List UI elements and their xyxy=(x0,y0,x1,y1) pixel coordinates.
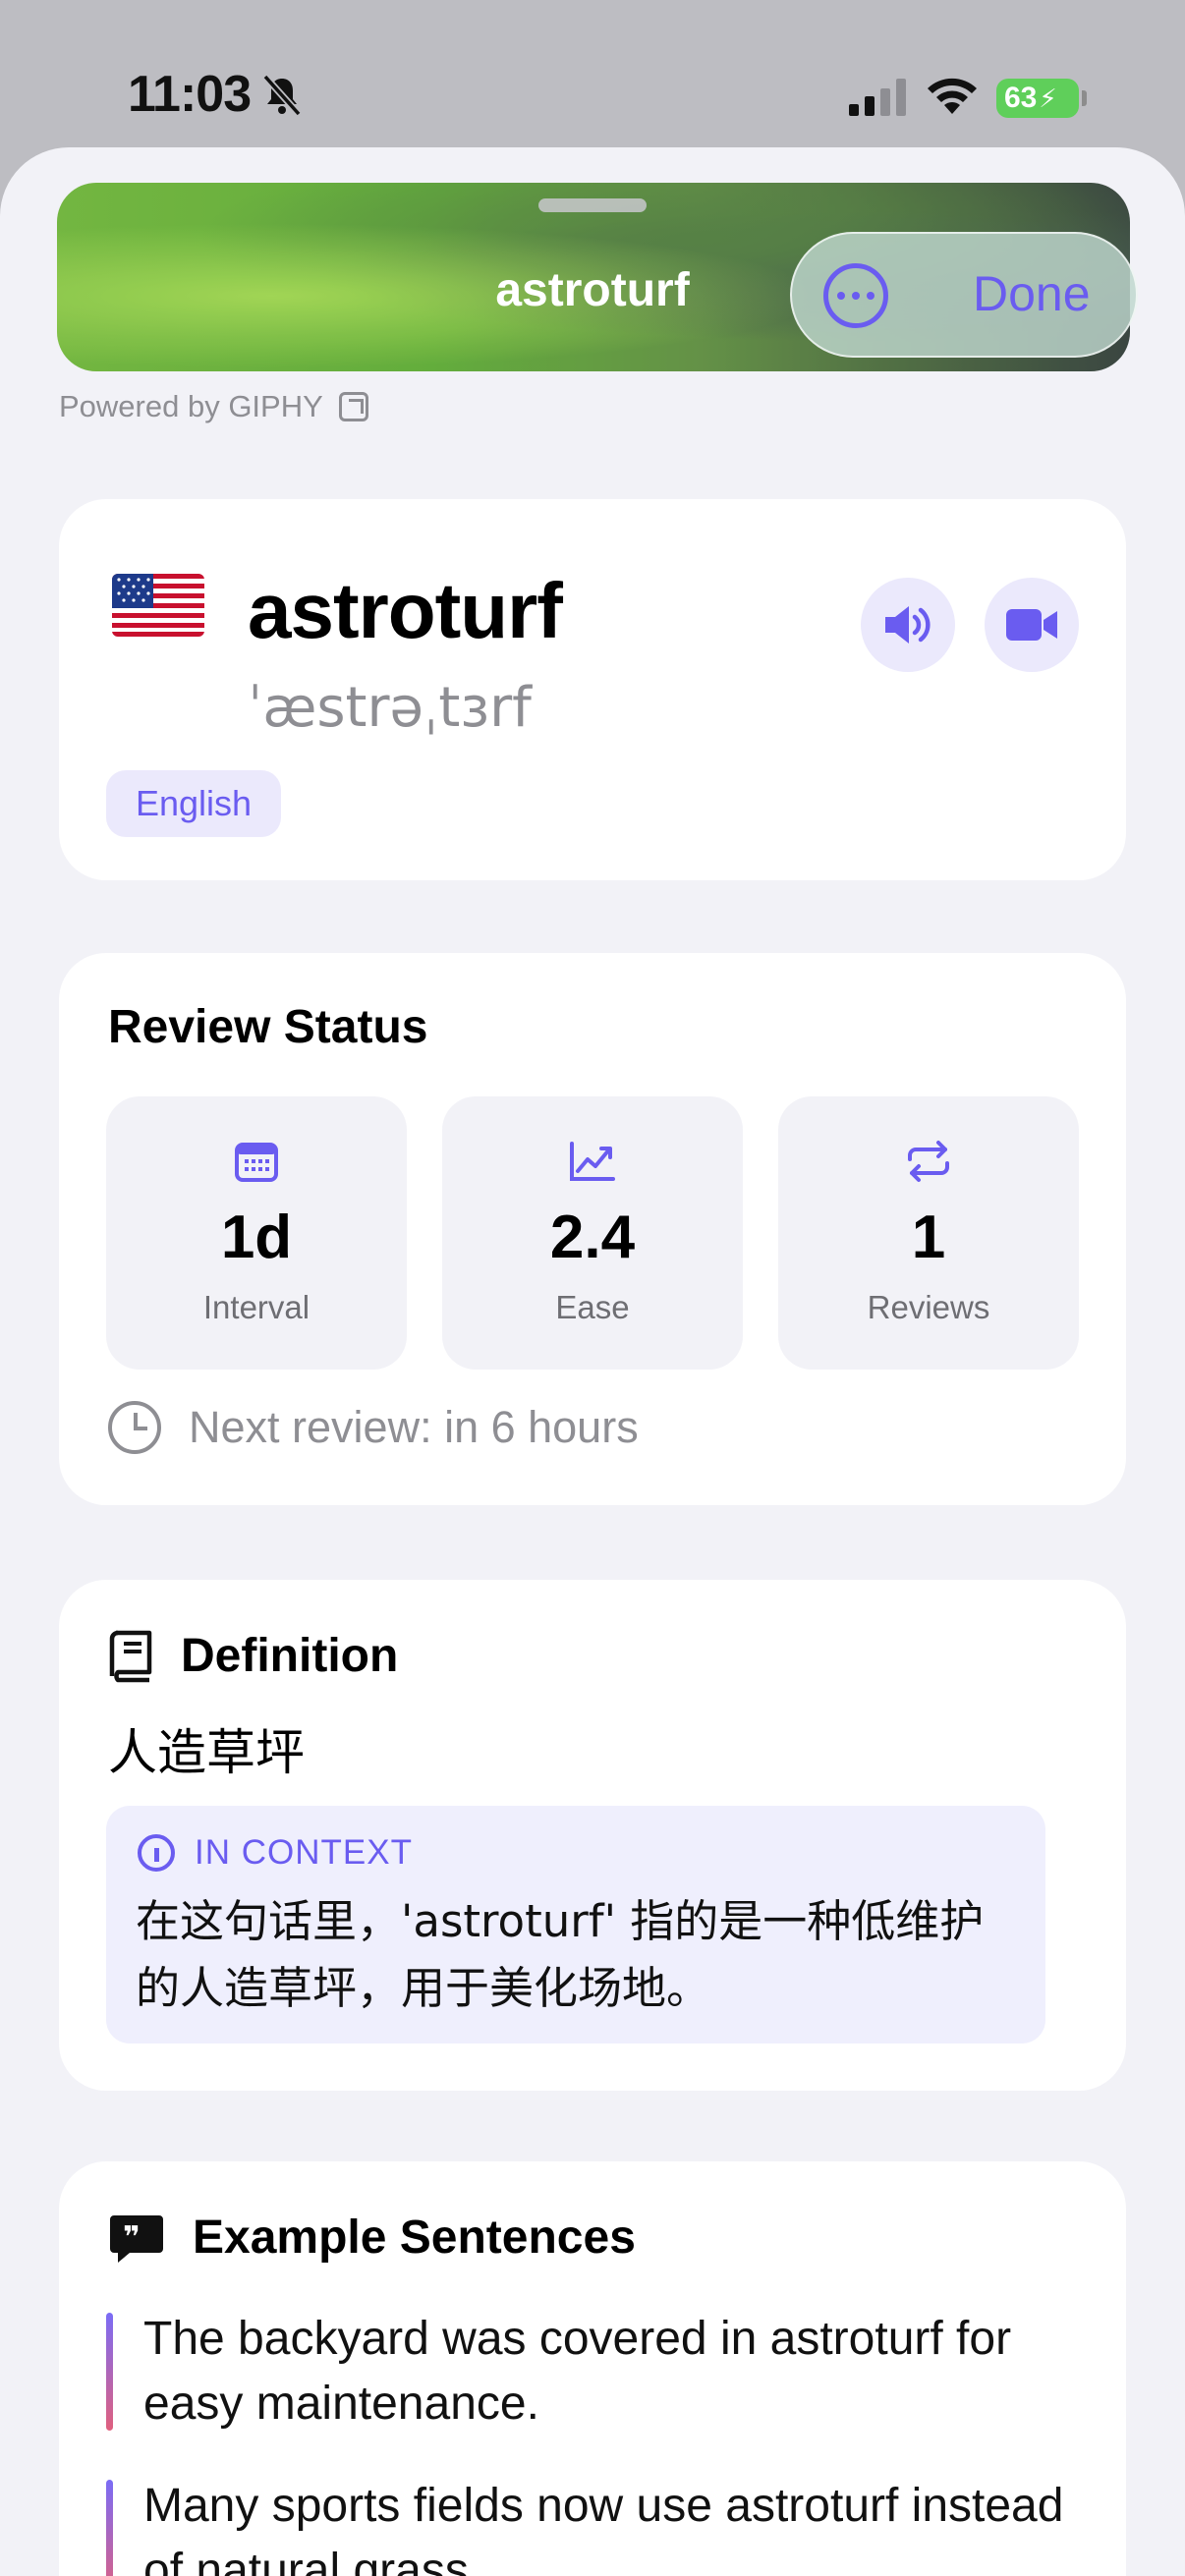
examples-header: ❞ Example Sentences xyxy=(108,2211,636,2265)
status-time: 11:03 xyxy=(128,66,252,123)
chart-line-icon xyxy=(570,1142,615,1181)
example-item: Many sports fields now use astroturf ins… xyxy=(106,2474,1089,2576)
definition-title: Definition xyxy=(181,1630,399,1682)
definition-text: 人造草坪 xyxy=(108,1724,305,1781)
svg-text:❞: ❞ xyxy=(123,2220,141,2255)
info-icon xyxy=(138,1834,175,1872)
clock-icon xyxy=(108,1401,161,1454)
next-review-text: Next review: in 6 hours xyxy=(189,1402,639,1452)
quote-bubble-icon: ❞ xyxy=(110,2214,163,2263)
example-sentences-card: ❞ Example Sentences The backyard was cov… xyxy=(59,2161,1126,2576)
cellular-signal-icon xyxy=(849,79,906,116)
review-status-card: Review Status 1d Interval 2.4 Ease 1 Rev… xyxy=(59,953,1126,1505)
calendar-icon xyxy=(235,1143,278,1182)
context-text: 在这句话里，'astroturf' 指的是一种低维护的人造草坪，用于美化场地。 xyxy=(136,1895,985,2014)
battery-cap xyxy=(1082,90,1087,106)
external-link-icon xyxy=(338,392,368,421)
repeat-icon xyxy=(908,1141,949,1182)
powered-by-giphy-link[interactable]: Powered by GIPHY xyxy=(59,389,368,424)
definition-header: Definition xyxy=(108,1629,398,1683)
stat-interval-label: Interval xyxy=(202,1289,310,1325)
context-label-row: IN CONTEXT xyxy=(138,1833,413,1873)
stat-interval: 1d Interval xyxy=(106,1096,407,1370)
context-box: IN CONTEXT 在这句话里，'astroturf' 指的是一种低维护的人造… xyxy=(106,1806,1045,2044)
video-camera-icon xyxy=(1006,609,1057,641)
word-term: astroturf xyxy=(248,567,563,654)
done-button[interactable]: Done xyxy=(973,265,1091,322)
header-title: astroturf xyxy=(495,264,690,316)
language-badge: English xyxy=(106,770,282,837)
review-status-title: Review Status xyxy=(108,1001,428,1053)
word-card: astroturf ˈæstrəˌtɜrf English xyxy=(59,499,1126,880)
context-label: IN CONTEXT xyxy=(195,1833,413,1872)
video-button[interactable] xyxy=(985,578,1079,672)
stat-interval-value: 1d xyxy=(220,1204,293,1271)
book-icon xyxy=(109,1630,152,1682)
stat-ease-label: Ease xyxy=(555,1289,630,1325)
examples-title: Example Sentences xyxy=(193,2212,636,2264)
speaker-icon xyxy=(885,606,931,644)
next-review-row: Next review: in 6 hours xyxy=(108,1401,639,1454)
powered-by-label: Powered by GIPHY xyxy=(59,389,323,423)
stat-reviews-value: 1 xyxy=(911,1204,946,1271)
definition-card: Definition 人造草坪 IN CONTEXT 在这句话里，'astrot… xyxy=(59,1580,1126,2091)
bell-muted-icon xyxy=(262,74,302,117)
wifi-icon xyxy=(928,78,977,114)
sheet-grabber[interactable] xyxy=(538,198,647,212)
us-flag-icon xyxy=(112,574,204,637)
stat-ease: 2.4 Ease xyxy=(442,1096,743,1370)
stat-reviews-label: Reviews xyxy=(867,1289,990,1325)
stat-reviews: 1 Reviews xyxy=(778,1096,1079,1370)
charging-bolt-icon: ⚡ xyxy=(1039,83,1057,113)
battery-indicator: 63 ⚡ xyxy=(996,79,1079,118)
ellipsis-icon xyxy=(837,292,845,300)
more-options-button[interactable] xyxy=(823,263,888,328)
example-item: The backyard was covered in astroturf fo… xyxy=(106,2307,1089,2436)
battery-level: 63 xyxy=(1004,82,1038,114)
stat-ease-value: 2.4 xyxy=(549,1204,636,1271)
pronounce-button[interactable] xyxy=(861,578,955,672)
word-phonetic: ˈæstrəˌtɜrf xyxy=(248,676,532,740)
